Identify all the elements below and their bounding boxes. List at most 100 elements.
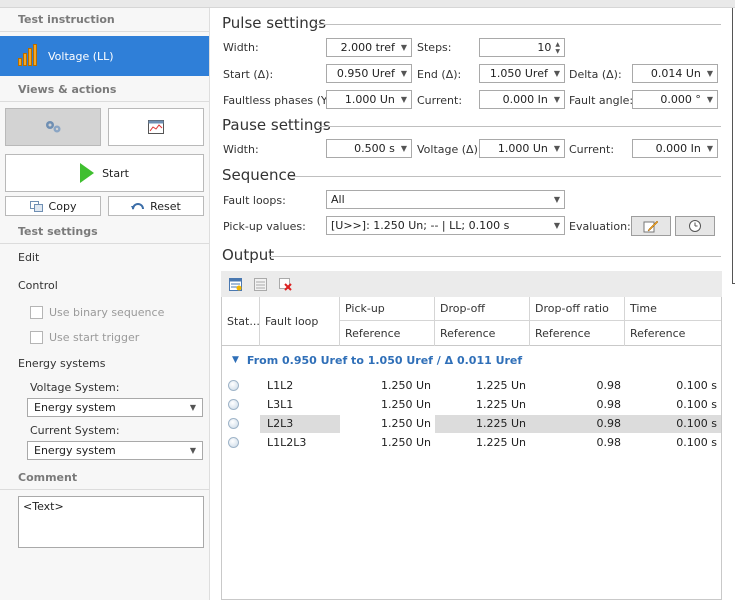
ratio-cell: 0.98 [596, 398, 622, 411]
fault-loop-cell: L3L1 [267, 398, 294, 411]
chevron-down-icon: ▼ [400, 144, 407, 153]
chart-view-button[interactable] [108, 108, 204, 146]
start-button[interactable]: Start [5, 154, 204, 192]
pulse-width-value: 2.000 tref [340, 41, 395, 54]
result-group-row[interactable]: ▼ From 0.950 Uref to 1.050 Uref / Δ 0.01… [222, 347, 721, 373]
start-label: Start [102, 166, 129, 180]
fault-angle-field[interactable]: 0.000 ° ▼ [632, 90, 718, 109]
use-start-trigger-checkbox[interactable]: Use start trigger [0, 325, 209, 350]
test-instruction-voltage-ll[interactable]: Voltage (LL) [0, 36, 209, 76]
pause-current-field[interactable]: 0.000 In ▼ [632, 139, 718, 158]
ratio-cell: 0.98 [596, 379, 622, 392]
evaluation-label: Evaluation: [569, 220, 631, 233]
copy-label: Copy [48, 199, 77, 213]
status-indicator-icon [228, 418, 239, 429]
evaluation-edit-button[interactable] [631, 216, 671, 236]
col-ratio-reference[interactable]: Reference [530, 321, 625, 346]
reset-icon [131, 202, 145, 210]
pause-width-field[interactable]: 0.500 s ▼ [326, 139, 412, 158]
delete-results-icon[interactable] [279, 277, 292, 291]
status-indicator-icon [228, 399, 239, 410]
end-delta-value: 1.050 Uref [489, 67, 548, 80]
pause-voltage-field[interactable]: 1.000 Un ▼ [479, 139, 565, 158]
faultless-phases-field[interactable]: 1.000 Un ▼ [326, 90, 412, 109]
group-divider [316, 24, 721, 25]
pickup-values-label: Pick-up values: [223, 220, 306, 233]
fault-angle-label: Fault angle: [569, 94, 634, 107]
col-fault-loop[interactable]: Fault loop [260, 297, 340, 346]
reset-button[interactable]: Reset [108, 196, 204, 216]
ratio-cell: 0.98 [596, 436, 622, 449]
spinner-arrows-icon[interactable]: ▲ ▼ [555, 41, 560, 55]
table-icon[interactable] [254, 277, 267, 291]
comment-textarea[interactable]: <Text> [18, 496, 204, 548]
checkbox-box [30, 306, 43, 319]
pause-voltage-value: 1.000 Un [497, 142, 548, 155]
use-start-trigger-label: Use start trigger [49, 331, 140, 344]
energy-systems-label: Energy systems [18, 357, 106, 370]
table-row[interactable]: L1L2 1.250 Un 1.225 Un 0.98 0.100 s [222, 377, 721, 395]
gears-icon [46, 121, 61, 133]
chevron-down-icon[interactable]: ▼ [232, 355, 239, 365]
ratio-cell: 0.98 [530, 415, 625, 433]
fault-loop-cell: L2L3 [260, 415, 340, 433]
add-result-icon[interactable] [229, 277, 242, 291]
voltage-system-value: Energy system [34, 401, 116, 414]
start-delta-label: Start (Δ): [223, 68, 274, 81]
pickup-cell: 1.250 Un [380, 379, 431, 392]
col-dropoff[interactable]: Drop-off [435, 297, 530, 321]
fault-loops-value: All [331, 193, 345, 206]
steps-label: Steps: [417, 41, 452, 54]
group-divider [290, 176, 721, 177]
steps-value: 10 [537, 41, 552, 54]
chevron-down-icon: ▼ [553, 95, 560, 104]
table-row-selected[interactable]: L2L3 1.250 Un 1.225 Un 0.98 0.100 s [222, 415, 721, 433]
pickup-values-select[interactable]: [U>>]: 1.250 Un; -- | LL; 0.100 s ▼ [326, 216, 565, 235]
table-row[interactable]: L1L2L3 1.250 Un 1.225 Un 0.98 0.100 s [222, 434, 721, 452]
table-row[interactable]: L3L1 1.250 Un 1.225 Un 0.98 0.100 s [222, 396, 721, 414]
voltage-system-select[interactable]: Energy system ▼ [27, 398, 203, 417]
pulse-current-field[interactable]: 0.000 In ▼ [479, 90, 565, 109]
edit-label[interactable]: Edit [0, 244, 209, 272]
chevron-down-icon: ▼ [189, 446, 196, 455]
col-pickup-reference[interactable]: Reference [340, 321, 435, 346]
pulse-width-label: Width: [223, 41, 259, 54]
fault-loops-select[interactable]: All ▼ [326, 190, 565, 209]
settings-view-button[interactable] [5, 108, 101, 146]
group-divider [270, 256, 721, 257]
evaluation-time-button[interactable] [675, 216, 715, 236]
group-divider [318, 126, 721, 127]
end-delta-field[interactable]: 1.050 Uref ▼ [479, 64, 565, 83]
col-status[interactable]: Stat... [222, 297, 260, 346]
delta-field[interactable]: 0.014 Un ▼ [632, 64, 718, 83]
pickup-cell: 1.250 Un [340, 415, 435, 433]
col-pickup[interactable]: Pick-up [340, 297, 435, 321]
col-dropoff-reference[interactable]: Reference [435, 321, 530, 346]
pickup-values-value: [U>>]: 1.250 Un; -- | LL; 0.100 s [331, 219, 510, 232]
pulse-width-field[interactable]: 2.000 tref ▼ [326, 38, 412, 57]
test-instruction-header: Test instruction [0, 8, 209, 32]
checkbox-box [30, 331, 43, 344]
pause-voltage-label: Voltage (Δ): [417, 143, 482, 156]
current-system-select[interactable]: Energy system ▼ [27, 441, 203, 460]
col-dropoff-ratio[interactable]: Drop-off ratio [530, 297, 625, 321]
start-delta-field[interactable]: 0.950 Uref ▼ [326, 64, 412, 83]
comment-header: Comment [0, 466, 209, 490]
use-binary-sequence-checkbox[interactable]: Use binary sequence [0, 300, 209, 325]
steps-spinner[interactable]: 10 ▲ ▼ [479, 38, 565, 57]
control-label: Control [18, 279, 58, 292]
chevron-down-icon: ▼ [553, 144, 560, 153]
chevron-down-icon: ▼ [400, 95, 407, 104]
result-group-label: From 0.950 Uref to 1.050 Uref / Δ 0.011 … [246, 353, 523, 367]
time-cell: 0.100 s [625, 415, 721, 433]
output-toolbar [221, 271, 722, 297]
copy-button[interactable]: Copy [5, 196, 101, 216]
edit-evaluation-icon [643, 220, 659, 233]
pause-settings-title: Pause settings [222, 116, 331, 134]
end-delta-label: End (Δ): [417, 68, 462, 81]
col-time-reference[interactable]: Reference [625, 321, 721, 346]
fault-angle-value: 0.000 ° [660, 93, 701, 106]
col-time[interactable]: Time [625, 297, 721, 321]
pause-current-value: 0.000 In [655, 142, 701, 155]
left-panel: Test instruction Voltage (LL) Views & ac… [0, 8, 210, 600]
